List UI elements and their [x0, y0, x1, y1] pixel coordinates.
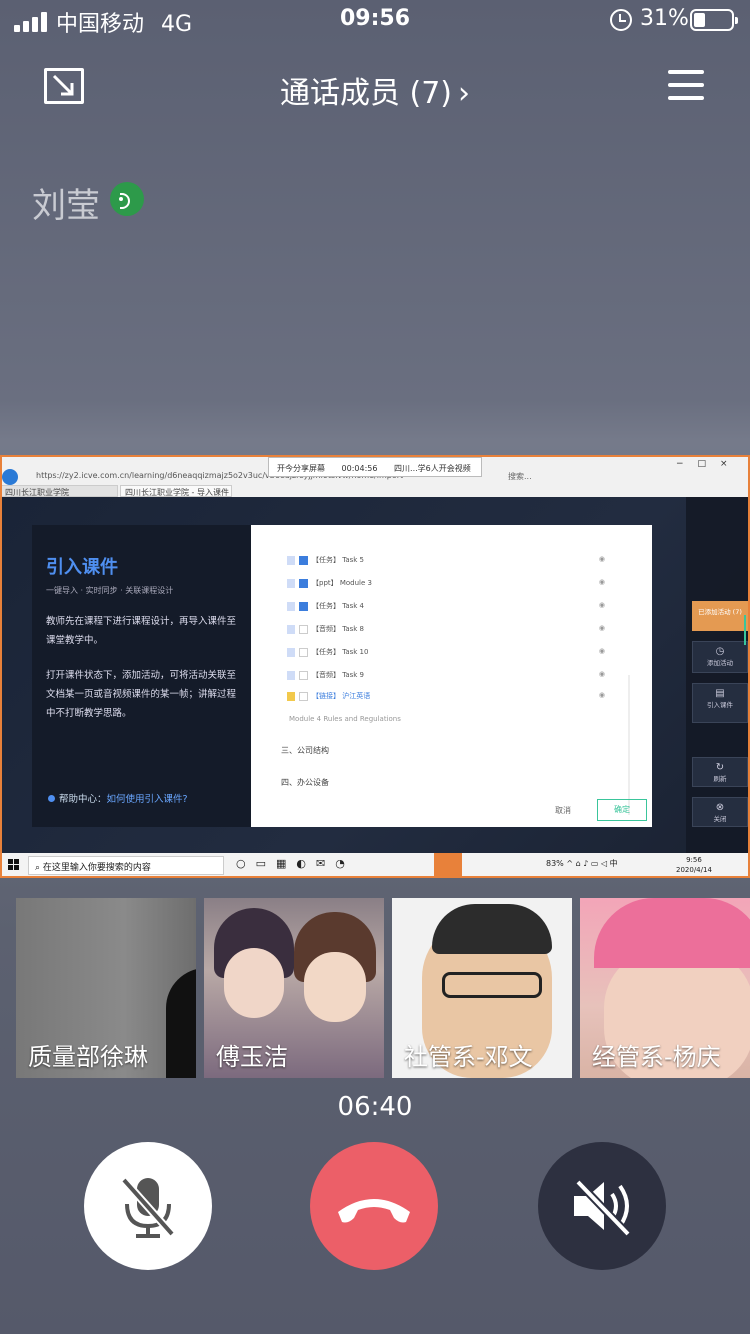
browser-tab[interactable]: 四川长江职业学院 [0, 485, 118, 497]
clock-icon: ◷ [715, 646, 725, 657]
browser-tab[interactable]: 四川长江职业学院 - 导入课件 [120, 485, 232, 497]
checkbox[interactable] [299, 578, 308, 588]
close-button[interactable]: ⊗ 关闭 [692, 797, 748, 827]
confirm-button[interactable]: 确定 [597, 799, 647, 821]
refresh-button[interactable]: ↻ 刷新 [692, 757, 748, 787]
checkbox[interactable] [299, 624, 308, 634]
windows-taskbar: ⌕ 在这里输入你要搜索的内容 ○▭▦◐✉◔ 83% ^ ⌂ ♪ ▭ ◁ 中 9:… [0, 853, 750, 878]
add-activity-button[interactable]: ◷ 添加活动 [692, 641, 748, 673]
eye-icon[interactable]: ◉ [599, 670, 605, 678]
cancel-button[interactable]: 取消 [555, 805, 571, 816]
browser-toolbar: https://zy2.icve.com.cn/learning/d6neaqq… [0, 455, 750, 497]
list-item[interactable]: 【ppt】 Module 3 ◉ [287, 578, 607, 590]
screen-share[interactable]: https://zy2.icve.com.cn/learning/d6neaqq… [0, 455, 750, 878]
checkbox[interactable] [299, 555, 308, 565]
taskbar-search[interactable]: ⌕ 在这里输入你要搜索的内容 [28, 856, 224, 875]
window-controls[interactable]: −□× [676, 459, 742, 469]
checkbox[interactable] [299, 601, 308, 611]
intro-title: 引入课件 [46, 557, 118, 578]
mute-button[interactable] [84, 1142, 212, 1270]
help-icon [48, 795, 55, 802]
share-banner-room: 四川...学6人开会视频 [394, 464, 471, 473]
taskbar-clock: 9:56 2020/4/14 [676, 856, 712, 874]
participant-name: 经管系-杨庆 [592, 1043, 721, 1071]
section-heading[interactable]: 四、办公设备 [281, 777, 329, 788]
speaker-button[interactable] [538, 1142, 666, 1270]
participant-tile[interactable]: 傅玉洁 [204, 898, 384, 1078]
participant-strip: 质量部徐琳 傅玉洁 社管系-邓文 经管系-杨庆 [16, 898, 750, 1078]
eye-icon[interactable]: ◉ [599, 601, 605, 609]
list-item[interactable]: 【任务】 Task 4 ◉ [287, 601, 607, 613]
file-icon: ▤ [715, 688, 725, 699]
intro-paragraph: 教师先在课程下进行课程设计，再导入课件至课堂教学中。 [46, 616, 237, 646]
share-banner-label: 开今分享屏幕 [277, 464, 325, 473]
list-item[interactable]: 【任务】 Task 10 ◉ [287, 647, 607, 659]
hangup-button[interactable] [310, 1142, 438, 1270]
chevron-right-icon: › [458, 76, 471, 111]
refresh-icon: ↻ [715, 762, 725, 773]
back-icon[interactable] [2, 469, 18, 485]
help-center: 帮助中心：如何使用引入课件? [48, 791, 188, 805]
scrollbar[interactable] [628, 675, 630, 815]
list-item[interactable]: 【音频】 Task 8 ◉ [287, 624, 607, 636]
alarm-icon [610, 9, 632, 31]
status-bar: 中国移动 4G 09:56 31% [0, 0, 750, 42]
intro-subtitle: 一键导入 · 实时同步 · 关联课程设计 [46, 586, 174, 595]
side-toolbar: 已添加活动 (7) ◷ 添加活动 ▤ 引入课件 ↻ 刷新 ⊗ 关闭 [686, 497, 750, 853]
status-time: 09:56 [339, 6, 411, 31]
checkbox[interactable] [299, 670, 308, 680]
help-label: 帮助中心： [59, 794, 107, 805]
eye-icon[interactable]: ◉ [599, 578, 605, 586]
eye-icon[interactable]: ◉ [599, 647, 605, 655]
participant-name: 质量部徐琳 [28, 1043, 148, 1071]
scroll-indicator [744, 615, 746, 645]
share-banner-time: 00:04:56 [341, 464, 378, 473]
intro-panel: 引入课件 一键导入 · 实时同步 · 关联课程设计 教师先在课程下进行课程设计，… [32, 525, 252, 827]
section-heading[interactable]: 三、公司结构 [281, 745, 329, 756]
checkbox[interactable] [299, 647, 308, 657]
list-item[interactable]: 【任务】 Task 5 ◉ [287, 555, 607, 567]
menu-button[interactable] [668, 70, 704, 102]
close-icon: ⊗ [715, 802, 725, 813]
module-line[interactable]: Module 4 Rules and Regulations [289, 715, 401, 723]
list-item[interactable]: 【音频】 Task 9 ◉ [287, 670, 607, 682]
system-tray[interactable]: 83% ^ ⌂ ♪ ▭ ◁ 中 [546, 858, 618, 869]
taskbar-apps[interactable]: ○▭▦◐✉◔ [236, 857, 355, 870]
browser-search[interactable]: 搜索... [508, 471, 532, 482]
voice-active-icon [110, 182, 144, 216]
battery-icon [690, 9, 738, 31]
speaker-off-icon [574, 1179, 631, 1237]
call-header: 通话成员 (7) › [0, 56, 750, 118]
battery-percent: 31% [640, 6, 689, 31]
participant-tile[interactable]: 社管系-邓文 [392, 898, 572, 1078]
participant-tile[interactable]: 质量部徐琳 [16, 898, 196, 1078]
share-banner: 开今分享屏幕 00:04:56 四川...学6人开会视频 [268, 457, 482, 477]
participant-name: 傅玉洁 [216, 1043, 288, 1071]
menu-icon [668, 70, 704, 74]
import-dialog: 【任务】 Task 5 ◉ 【ppt】 Module 3 ◉ 【任务】 Task 4… [251, 525, 652, 827]
active-speaker-name: 刘莹 [32, 186, 100, 226]
list-item[interactable]: 【链接】 沪江英语 ◉ [287, 691, 607, 703]
active-app-icon[interactable] [434, 853, 462, 878]
phone-hangup-icon [338, 1199, 410, 1223]
windows-icon[interactable] [8, 859, 20, 871]
intro-paragraph: 打开课件状态下，添加活动，可将活动关联至文档某一页或音视频课件的某一帧；讲解过程… [46, 670, 237, 719]
eye-icon[interactable]: ◉ [599, 691, 605, 699]
call-duration: 06:40 [337, 1092, 413, 1122]
course-page: 引入课件 一键导入 · 实时同步 · 关联课程设计 教师先在课程下进行课程设计，… [0, 497, 750, 853]
mic-off-icon [121, 1177, 175, 1238]
help-link[interactable]: 如何使用引入课件? [107, 794, 188, 805]
participant-tile[interactable]: 经管系-杨庆 [580, 898, 750, 1078]
members-button[interactable]: 通话成员 (7) › [0, 68, 750, 112]
import-courseware-button[interactable]: ▤ 引入课件 [692, 683, 748, 723]
eye-icon[interactable]: ◉ [599, 555, 605, 563]
eye-icon[interactable]: ◉ [599, 624, 605, 632]
participant-name: 社管系-邓文 [404, 1043, 533, 1071]
added-activities-button[interactable]: 已添加活动 (7) [692, 601, 748, 631]
checkbox[interactable] [299, 691, 308, 701]
call-members-title: 通话成员 (7) [279, 76, 453, 111]
